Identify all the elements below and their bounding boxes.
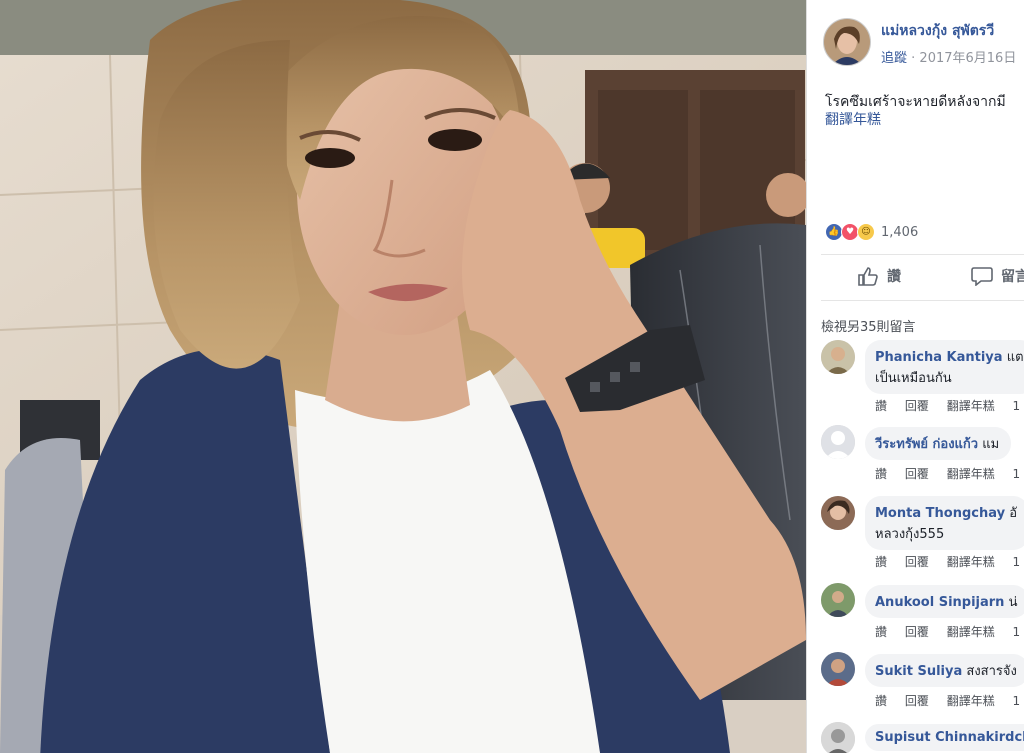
comment-actions: 讚 回覆 翻譯年糕 1 bbox=[875, 692, 1024, 709]
post-date[interactable]: 2017年6月16日 bbox=[919, 51, 1016, 66]
comment-actions: 讚 回覆 翻譯年糕 1 bbox=[875, 623, 1024, 640]
commenter-name[interactable]: Supisut Chinnakirdch bbox=[875, 730, 1024, 745]
comment-time[interactable]: 1 bbox=[1013, 625, 1021, 639]
comment-reply-link[interactable]: 回覆 bbox=[905, 694, 929, 708]
like-button[interactable]: 讚 bbox=[857, 266, 901, 286]
post-photo[interactable] bbox=[0, 0, 806, 753]
comment-bubble: Monta Thongchay อั หลวงกุ้ง555 bbox=[865, 496, 1024, 550]
comment-reply-link[interactable]: 回覆 bbox=[905, 555, 929, 569]
commenter-name[interactable]: Phanicha Kantiya bbox=[875, 350, 1003, 365]
post-sidebar: แม่หลวงกุ้ง สุพัตรวี 追蹤 · 2017年6月16日 โรค… bbox=[806, 0, 1024, 753]
haha-icon: ☺ bbox=[857, 223, 875, 241]
comment-reply-link[interactable]: 回覆 bbox=[905, 467, 929, 481]
commenter-name[interactable]: Monta Thongchay bbox=[875, 506, 1005, 521]
comment-time[interactable]: 1 bbox=[1013, 694, 1021, 708]
comment-text-line2: เป็นเหมือนกัน bbox=[875, 371, 952, 386]
comment-time[interactable]: 1 bbox=[1013, 467, 1021, 481]
like-button-label: 讚 bbox=[887, 269, 901, 285]
comment-reply-link[interactable]: 回覆 bbox=[905, 399, 929, 413]
post-actions: 讚 留言 bbox=[807, 258, 1024, 296]
comment-like-link[interactable]: 讚 bbox=[875, 399, 887, 413]
commenter-name[interactable]: Anukool Sinpijarn bbox=[875, 595, 1004, 610]
comment-text: น่ bbox=[1008, 595, 1018, 610]
comment-like-link[interactable]: 讚 bbox=[875, 694, 887, 708]
comment-like-link[interactable]: 讚 bbox=[875, 625, 887, 639]
commenter-avatar[interactable] bbox=[821, 583, 855, 617]
commenter-avatar[interactable] bbox=[821, 425, 855, 459]
comment-translate-link[interactable]: 翻譯年糕 bbox=[947, 625, 995, 639]
reaction-count: 1,406 bbox=[881, 224, 919, 240]
comment-translate-link[interactable]: 翻譯年糕 bbox=[947, 555, 995, 569]
comment-translate-link[interactable]: 翻譯年糕 bbox=[947, 399, 995, 413]
comment-button-label: 留言 bbox=[1001, 269, 1024, 285]
author-name[interactable]: แม่หลวงกุ้ง สุพัตรวี bbox=[881, 20, 994, 42]
comment-text: แต bbox=[1006, 350, 1024, 365]
commenter-avatar[interactable] bbox=[821, 652, 855, 686]
comment-text: อั bbox=[1009, 506, 1018, 521]
view-more-comments-link[interactable]: 檢視另35則留言 bbox=[821, 316, 916, 335]
comment-text: สงสารจัง bbox=[966, 664, 1017, 679]
comment-bubble: วีระทรัพย์ ก่องแก้ว แม bbox=[865, 427, 1012, 460]
commenter-avatar[interactable] bbox=[821, 722, 855, 753]
comment-translate-link[interactable]: 翻譯年糕 bbox=[947, 467, 995, 481]
commenter-name[interactable]: วีระทรัพย์ ก่องแก้ว bbox=[875, 437, 978, 452]
comment-bubble: Supisut Chinnakirdch bbox=[865, 724, 1024, 751]
comment-text: แม bbox=[982, 437, 1000, 452]
comment-reply-link[interactable]: 回覆 bbox=[905, 625, 929, 639]
thumbs-up-icon bbox=[858, 267, 878, 286]
comment-translate-link[interactable]: 翻譯年糕 bbox=[947, 694, 995, 708]
follow-link[interactable]: 追蹤 bbox=[881, 51, 907, 66]
comment-actions: 讚 回覆 翻譯年糕 1 bbox=[875, 397, 1024, 414]
comment-bubble: Sukit Suliya สงสารจัง bbox=[865, 654, 1024, 687]
comment-icon bbox=[971, 267, 993, 286]
post-meta: 追蹤 · 2017年6月16日 bbox=[881, 47, 1016, 66]
comment-bubble: Anukool Sinpijarn น่ bbox=[865, 585, 1024, 618]
commenter-name[interactable]: Sukit Suliya bbox=[875, 664, 962, 679]
comment-time[interactable]: 1 bbox=[1013, 399, 1021, 413]
comment-bubble: Phanicha Kantiya แต เป็นเหมือนกัน bbox=[865, 340, 1024, 394]
divider bbox=[821, 300, 1024, 301]
divider bbox=[821, 254, 1024, 255]
comment-text-line2: หลวงกุ้ง555 bbox=[875, 527, 945, 542]
comment-button[interactable]: 留言 bbox=[971, 266, 1024, 286]
comment-like-link[interactable]: 讚 bbox=[875, 555, 887, 569]
commenter-avatar[interactable] bbox=[821, 496, 855, 530]
author-avatar[interactable] bbox=[823, 18, 871, 66]
comment-time[interactable]: 1 bbox=[1013, 555, 1021, 569]
commenter-avatar[interactable] bbox=[821, 340, 855, 374]
comment-actions: 讚 回覆 翻譯年糕 1 bbox=[875, 553, 1024, 570]
reaction-summary[interactable]: 👍 ♥ ☺ 1,406 bbox=[825, 222, 918, 242]
see-translation-link[interactable]: 翻譯年糕 bbox=[825, 109, 881, 129]
comment-like-link[interactable]: 讚 bbox=[875, 467, 887, 481]
comment-actions: 讚 回覆 翻譯年糕 1 bbox=[875, 465, 1024, 482]
